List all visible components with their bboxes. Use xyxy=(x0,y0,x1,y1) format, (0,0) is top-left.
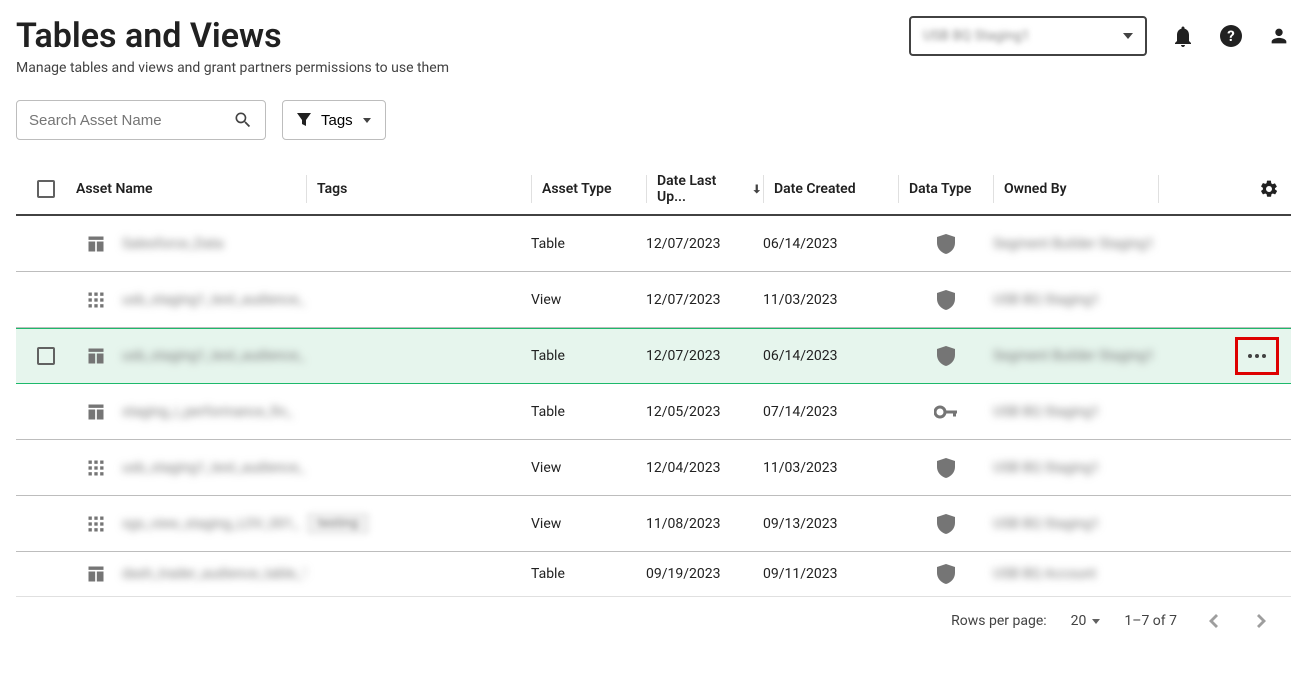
pagination: Rows per page: 20 1–7 of 7 xyxy=(16,596,1291,637)
column-date-created[interactable]: Date Created xyxy=(763,175,898,203)
date-created: 09/11/2023 xyxy=(763,566,898,582)
shield-icon xyxy=(937,346,955,366)
owned-by: USB BQ Staging1 xyxy=(993,516,1100,532)
tags-button-label: Tags xyxy=(321,112,353,129)
date-created: 06/14/2023 xyxy=(763,236,898,252)
dataset-selector-label: USB BQ Staging1 xyxy=(923,28,1030,44)
table-row[interactable]: usb_staging1_test_audience_ Table12/07/20… xyxy=(16,328,1291,384)
select-all-checkbox[interactable] xyxy=(37,180,55,198)
column-owned-by[interactable]: Owned By xyxy=(993,175,1158,203)
rows-per-page-label: Rows per page: xyxy=(951,613,1046,629)
asset-type: View xyxy=(531,516,646,532)
asset-type: Table xyxy=(531,236,646,252)
prev-page-button[interactable] xyxy=(1201,609,1225,633)
row-actions-button[interactable] xyxy=(1235,337,1279,375)
asset-name: usb_staging1_test_audience_ xyxy=(122,460,305,476)
row-checkbox[interactable] xyxy=(37,347,55,365)
asset-name: usb_staging1_test_audience_ xyxy=(122,348,305,364)
key-icon xyxy=(934,405,958,419)
column-data-type[interactable]: Data Type xyxy=(898,175,993,203)
asset-name: Salesforce_Data xyxy=(122,236,224,252)
table-row[interactable]: usb_staging1_test_audience_ View12/04/202… xyxy=(16,440,1291,496)
table-icon xyxy=(86,402,106,422)
page-subtitle: Manage tables and views and grant partne… xyxy=(16,60,1291,76)
table-icon xyxy=(86,564,106,584)
table-row[interactable]: usb_staging1_test_audience_ View12/07/202… xyxy=(16,272,1291,328)
shield-icon xyxy=(937,290,955,310)
table-header: Asset Name Tags Asset Type Date Last Up.… xyxy=(16,164,1291,216)
column-tags[interactable]: Tags xyxy=(306,175,531,203)
shield-icon xyxy=(937,564,955,584)
page-range: 1–7 of 7 xyxy=(1124,613,1177,629)
owned-by: Segment Builder Staging1 xyxy=(993,348,1154,364)
date-updated: 12/07/2023 xyxy=(646,348,763,364)
asset-type: Table xyxy=(531,566,646,582)
table-icon xyxy=(86,234,106,254)
asset-type: Table xyxy=(531,404,646,420)
owned-by: USB BQ Staging1 xyxy=(993,292,1100,308)
sort-down-icon xyxy=(750,182,764,196)
date-created: 07/14/2023 xyxy=(763,404,898,420)
page-title: Tables and Views xyxy=(16,16,282,56)
help-icon[interactable]: ? xyxy=(1219,24,1243,48)
search-icon xyxy=(233,110,253,130)
svg-text:?: ? xyxy=(1227,27,1234,45)
page-size-selector[interactable]: 20 xyxy=(1071,613,1101,629)
chevron-left-icon xyxy=(1209,614,1218,628)
owned-by: Segment Builder Staging1 xyxy=(993,236,1154,252)
owned-by: USB BQ Staging1 xyxy=(993,460,1100,476)
shield-icon xyxy=(937,514,955,534)
view-icon xyxy=(86,458,106,478)
column-asset-name[interactable]: Asset Name xyxy=(76,181,306,197)
date-created: 09/13/2023 xyxy=(763,516,898,532)
filter-icon xyxy=(297,113,311,127)
gear-icon[interactable] xyxy=(1259,179,1279,199)
chevron-right-icon xyxy=(1257,614,1266,628)
notifications-icon[interactable] xyxy=(1171,24,1195,48)
tags-filter-button[interactable]: Tags xyxy=(282,100,386,140)
dataset-selector[interactable]: USB BQ Staging1 xyxy=(909,16,1147,56)
date-updated: 09/19/2023 xyxy=(646,566,763,582)
search-box[interactable] xyxy=(16,100,266,140)
asset-name: staging_i_performance_fin_ xyxy=(122,404,293,420)
table-row[interactable]: Salesforce_Data Table12/07/202306/14/2023… xyxy=(16,216,1291,272)
search-input[interactable] xyxy=(29,112,233,129)
date-updated: 12/07/2023 xyxy=(646,236,763,252)
date-updated: 11/08/2023 xyxy=(646,516,763,532)
asset-name: usb_staging1_test_audience_ xyxy=(122,292,305,308)
date-updated: 12/05/2023 xyxy=(646,404,763,420)
asset-type: View xyxy=(531,460,646,476)
asset-type: View xyxy=(531,292,646,308)
asset-name: sgs_view_staging_LOV_001_ xyxy=(122,516,299,532)
table-icon xyxy=(86,346,106,366)
date-created: 06/14/2023 xyxy=(763,348,898,364)
view-icon xyxy=(86,290,106,310)
date-created: 11/03/2023 xyxy=(763,292,898,308)
shield-icon xyxy=(937,458,955,478)
tag-chip[interactable]: testing xyxy=(306,512,370,535)
column-asset-type[interactable]: Asset Type xyxy=(531,175,646,203)
asset-type: Table xyxy=(531,348,646,364)
table-row[interactable]: staging_i_performance_fin_ Table12/05/202… xyxy=(16,384,1291,440)
table-row[interactable]: dash_trader_audience_table_1 Table09/19/2… xyxy=(16,552,1291,596)
view-icon xyxy=(86,514,106,534)
next-page-button[interactable] xyxy=(1249,609,1273,633)
column-date-updated[interactable]: Date Last Up... xyxy=(646,175,763,203)
asset-name: dash_trader_audience_table_1 xyxy=(122,566,306,582)
chevron-down-icon xyxy=(1123,33,1133,39)
owned-by: USB BQ Staging1 xyxy=(993,404,1100,420)
shield-icon xyxy=(937,234,955,254)
table-row[interactable]: sgs_view_staging_LOV_001_ testing View11/0… xyxy=(16,496,1291,552)
owned-by: USB BQ Account xyxy=(993,566,1096,582)
chevron-down-icon xyxy=(363,118,371,123)
chevron-down-icon xyxy=(1092,619,1100,624)
date-updated: 12/04/2023 xyxy=(646,460,763,476)
user-icon[interactable] xyxy=(1267,24,1291,48)
date-updated: 12/07/2023 xyxy=(646,292,763,308)
date-created: 11/03/2023 xyxy=(763,460,898,476)
